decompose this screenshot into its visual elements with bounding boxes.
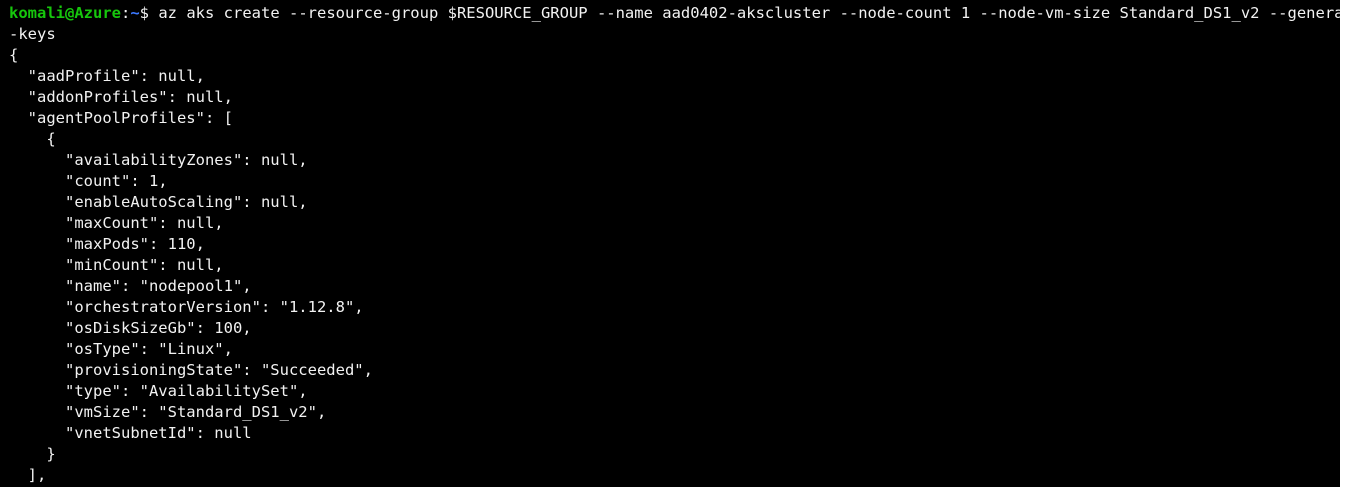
prompt-colon: :: [120, 4, 131, 22]
terminal-window[interactable]: komali@Azure:~$ az aks create --resource…: [0, 0, 1340, 487]
command-continuation: -keys: [9, 25, 56, 43]
output-line: "provisioningState": "Succeeded",: [9, 361, 373, 379]
output-line: "osDiskSizeGb": 100,: [9, 319, 252, 337]
output-line: {: [9, 130, 56, 148]
output-line: "maxPods": 110,: [9, 235, 205, 253]
output-line: "availabilityZones": null,: [9, 151, 308, 169]
output-line: "vmSize": "Standard_DS1_v2",: [9, 403, 327, 421]
prompt-user-host: komali@Azure: [9, 4, 121, 22]
output-line: "addonProfiles": null,: [9, 88, 233, 106]
command-line: komali@Azure:~$ az aks create --resource…: [9, 3, 1340, 24]
output-line: "orchestratorVersion": "1.12.8",: [9, 298, 364, 316]
output-line: "osType": "Linux",: [9, 340, 233, 358]
output-line: "maxCount": null,: [9, 214, 224, 232]
output-line: "vnetSubnetId": null: [9, 424, 252, 442]
output-line: "type": "AvailabilitySet",: [9, 382, 308, 400]
prompt-symbol: $: [139, 4, 159, 22]
output-line: "name": "nodepool1",: [9, 277, 252, 295]
output-line: "enableAutoScaling": null,: [9, 193, 308, 211]
output-line: {: [9, 46, 19, 64]
output-line: "aadProfile": null,: [9, 67, 205, 85]
output-line: }: [9, 445, 56, 463]
output-line: "agentPoolProfiles": [: [9, 109, 233, 127]
output-line: "minCount": null,: [9, 256, 224, 274]
scrollbar-thumb[interactable]: [1340, 0, 1354, 487]
vertical-scrollbar[interactable]: [1340, 0, 1354, 487]
command-text: az aks create --resource-group $RESOURCE…: [158, 4, 1340, 22]
output-line: "count": 1,: [9, 172, 168, 190]
prompt-path: ~: [130, 4, 140, 22]
output-line: ],: [9, 466, 47, 484]
